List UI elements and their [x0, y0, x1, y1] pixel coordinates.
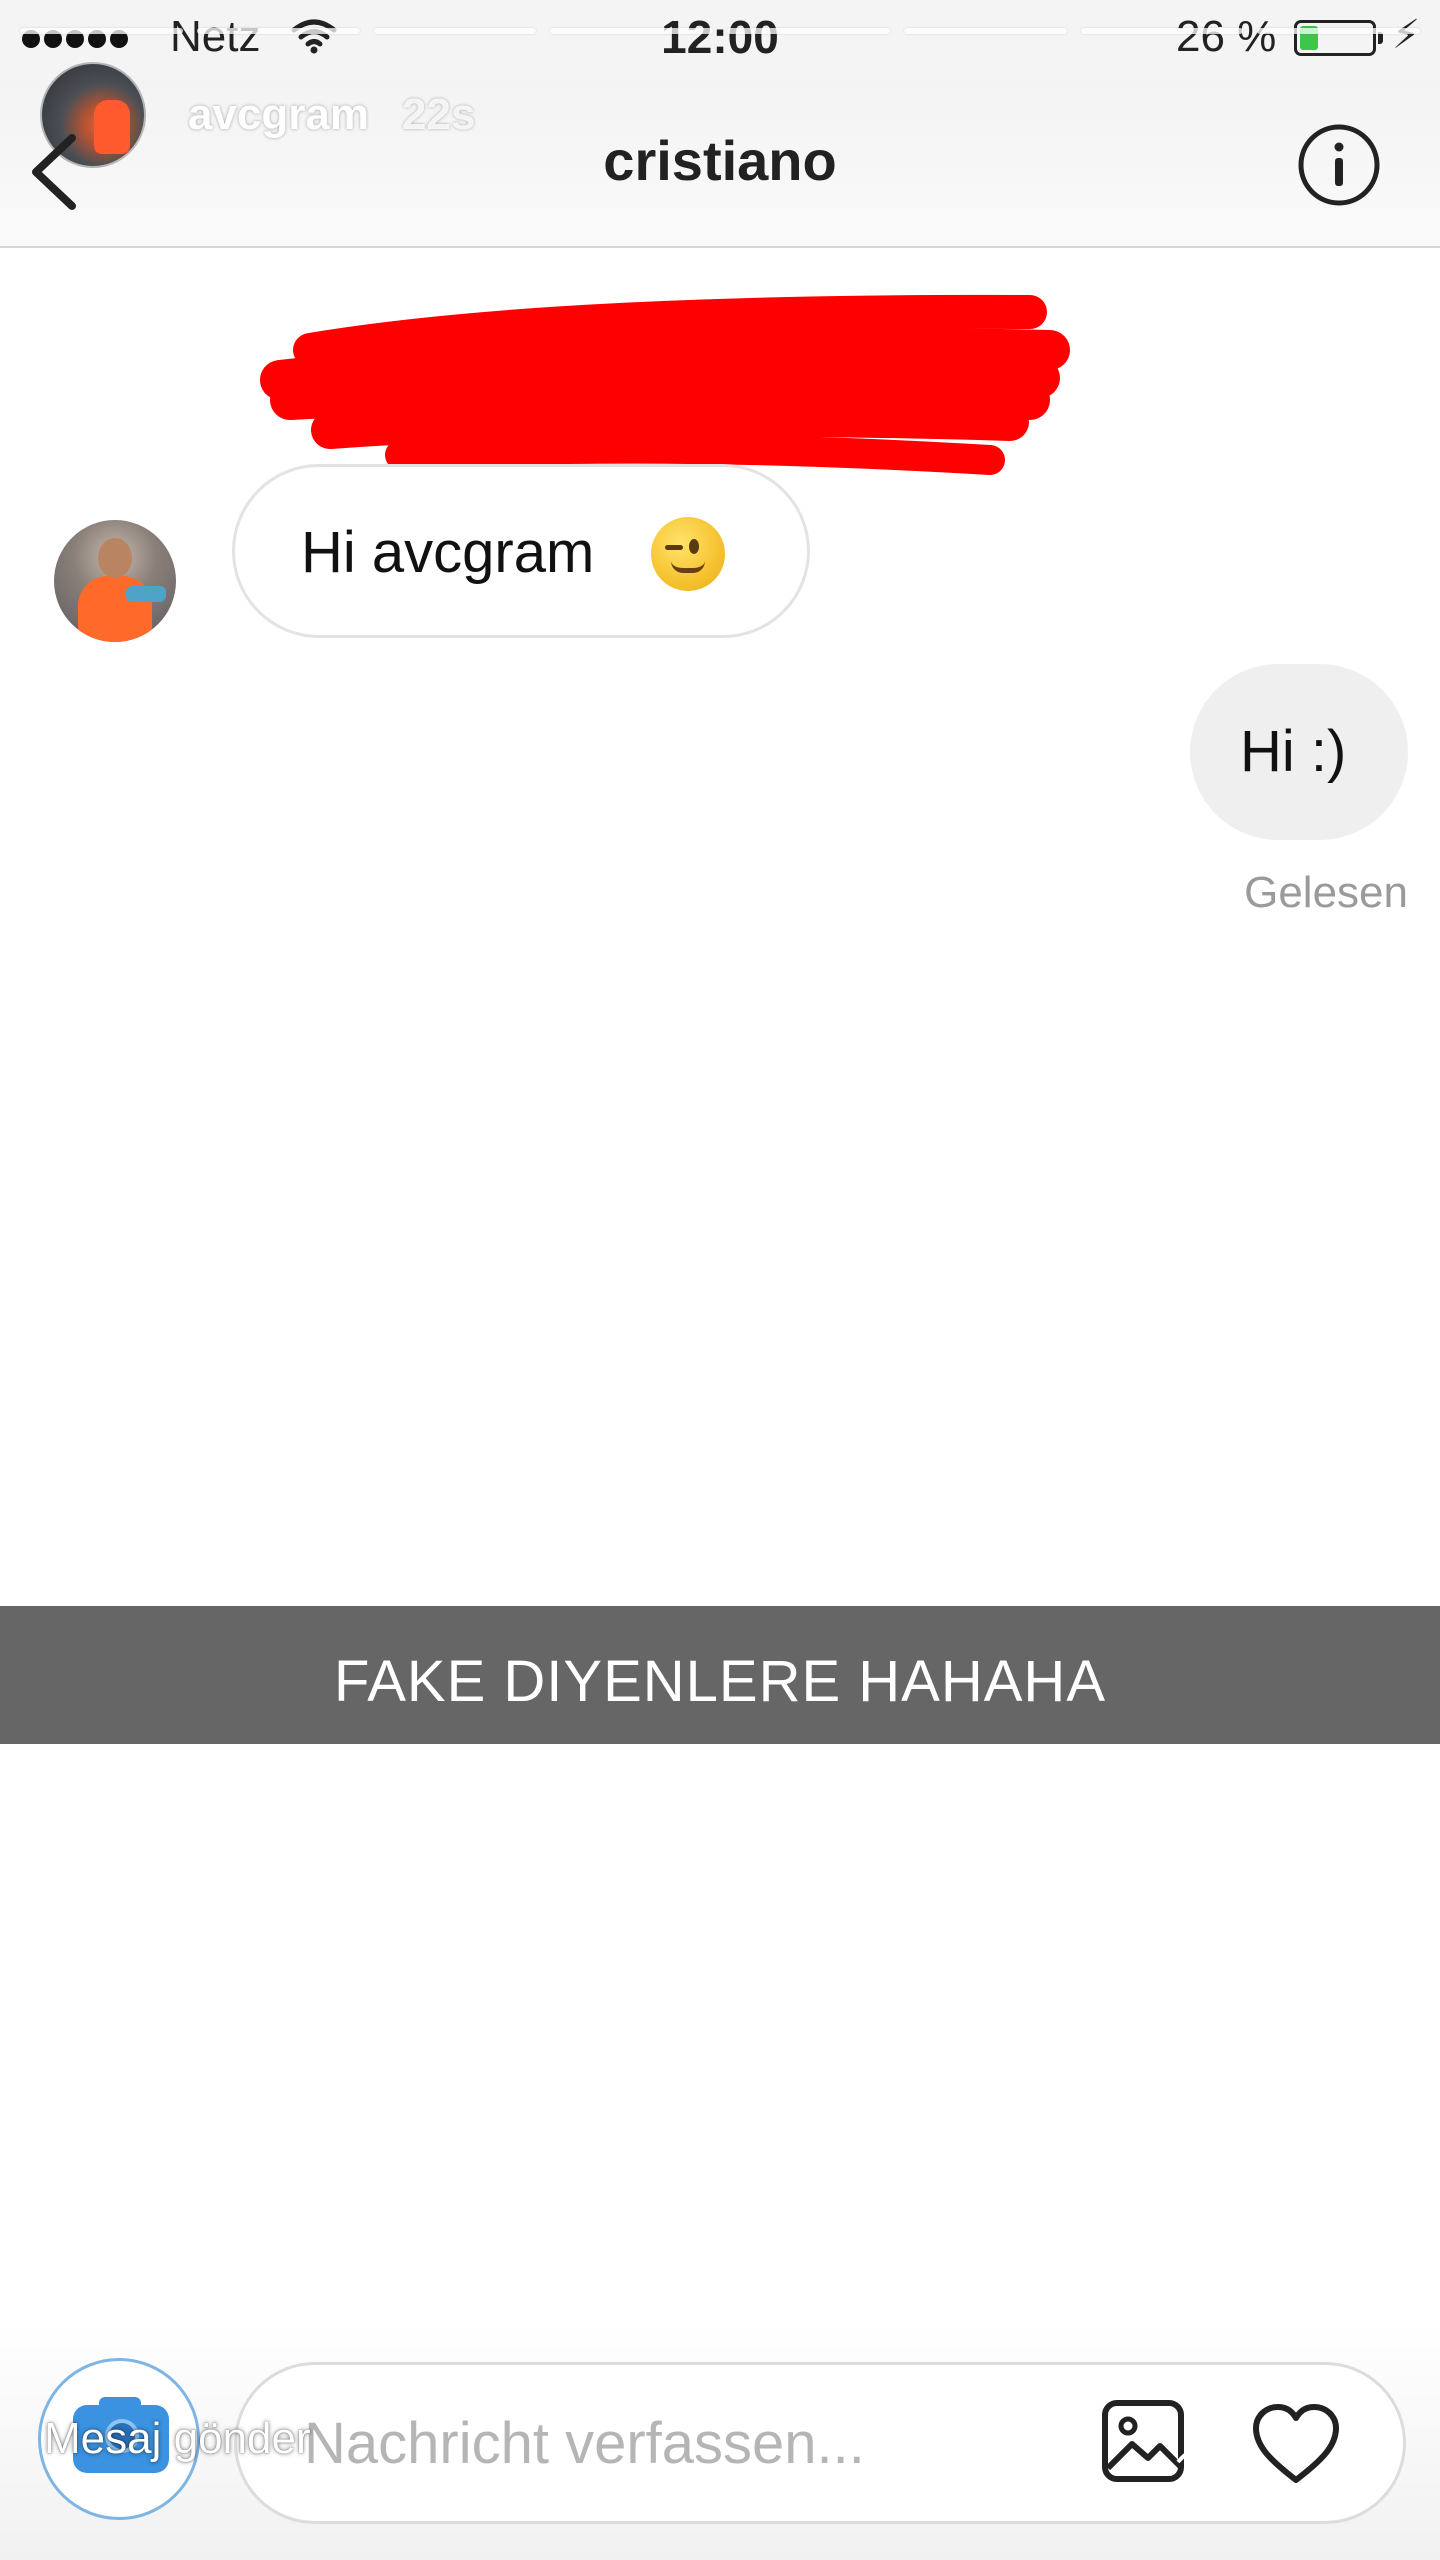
outgoing-message-bubble[interactable]: Hi :) — [1190, 664, 1408, 840]
story-reply-label[interactable]: Mesaj gönder — [44, 2414, 311, 2464]
story-progress-segment — [1080, 28, 1244, 34]
message-text: Hi avcgram — [301, 520, 595, 585]
story-progress-segment — [903, 28, 1067, 34]
message-text: Hi :) — [1240, 719, 1347, 784]
story-progress-segment — [196, 28, 360, 34]
battery-percent: 26 % — [1176, 12, 1277, 61]
message-input-placeholder: Nachricht verfassen... — [304, 2411, 865, 2476]
story-progress-segment — [727, 28, 890, 34]
story-progress-segment — [1257, 28, 1420, 34]
story-progress-segment — [20, 28, 183, 34]
story-caption-banner: FAKE DIYENLERE HAHAHA — [0, 1606, 1440, 1744]
charging-icon: ⚡ — [1392, 13, 1421, 57]
person-icon — [1176, 2410, 1228, 2464]
status-bar: Netz 12:00 26 % ⚡ — [0, 0, 1440, 80]
redaction-scribble — [260, 294, 1070, 475]
heart-icon[interactable] — [1250, 2402, 1342, 2486]
info-circle-icon[interactable] — [1296, 122, 1382, 208]
sender-avatar[interactable] — [54, 520, 176, 642]
story-caption-text: FAKE DIYENLERE HAHAHA — [334, 1649, 1106, 1714]
winking-face-emoji — [651, 517, 725, 591]
chat-title[interactable]: cristiano — [0, 128, 1440, 193]
story-progress-segment — [550, 28, 713, 34]
incoming-message-bubble[interactable]: Hi avcgram — [232, 464, 810, 638]
battery-icon — [1294, 20, 1383, 56]
more-options-icon[interactable] — [1346, 2408, 1362, 2468]
story-progress-segment — [373, 28, 537, 34]
read-receipt: Gelesen — [1244, 868, 1408, 917]
story-progress-bar — [20, 28, 1420, 34]
